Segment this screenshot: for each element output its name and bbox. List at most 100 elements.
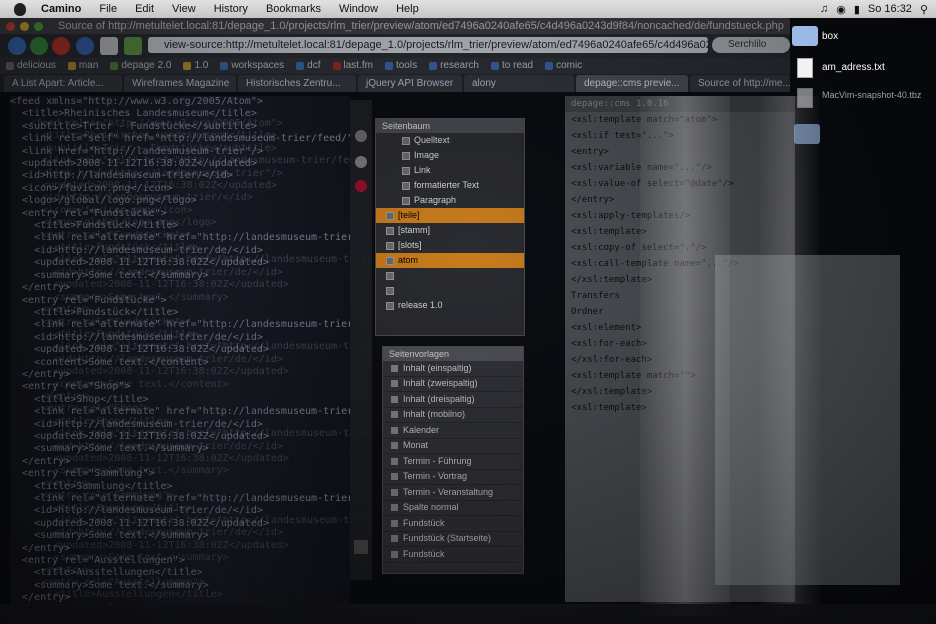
apple-menu-icon[interactable] [14,2,26,16]
template-list-item[interactable]: Monat [383,439,523,454]
menu-app[interactable]: Camino [32,3,90,15]
desktop-icon-box[interactable]: box [792,26,838,46]
address-bar[interactable]: view-source:http://metultelet.local:81/d… [148,37,708,53]
tool-icon[interactable] [355,180,367,192]
page-tree-item[interactable]: atom [376,253,524,268]
page-tree-item[interactable]: release 1.0 [376,298,524,313]
source-line: <summary>Some text.</summary> [10,530,209,542]
menu-file[interactable]: File [90,3,126,15]
template-list-item[interactable]: Fundstück (Startseite) [383,532,523,547]
template-list-item[interactable]: Spalte normal [383,501,523,516]
page-icon [402,166,410,175]
template-list-item[interactable]: Termin - Vortrag [383,470,523,485]
bookmarks-icon[interactable] [124,37,142,55]
spotlight-icon[interactable]: ⚲ [920,3,928,16]
bookmark-item[interactable]: dcf [296,58,321,74]
bookmark-item[interactable]: depage 2.0 [110,58,171,74]
desktop-icon-archive[interactable]: MacVim-snapshot-40.tbz [797,88,921,108]
source-line: <content>Some text.</content> [10,356,209,368]
bookmark-item[interactable]: workspaces [220,58,284,74]
template-list-item[interactable]: Inhalt (mobilno) [383,408,523,423]
file-icon [797,88,813,108]
template-list-item[interactable]: Termin - Führung [383,454,523,470]
wifi-icon[interactable]: ◉ [836,3,846,16]
background-window [715,255,900,585]
source-view[interactable]: <feed xmlns="http://www.w3.org/2005/Atom… [10,96,350,606]
tab[interactable]: Source of http://me... [690,75,790,92]
lastfm-icon [332,62,341,70]
close-window-icon[interactable] [6,22,15,31]
desktop-icon-folder[interactable] [794,124,820,144]
page-tree-item[interactable]: formatierter Text [376,178,524,193]
tool-icon[interactable] [355,156,367,168]
minimize-window-icon[interactable] [20,22,29,31]
bookmark-item[interactable]: comic [545,58,582,74]
page-icon [386,241,394,250]
bookmark-icon [6,62,14,70]
bookmark-item[interactable]: to read [490,58,533,74]
page-tree-item[interactable] [376,268,524,283]
template-line: <xsl:apply-templates/> [571,211,691,221]
tab[interactable]: Historisches Zentru... [238,75,356,92]
stop-icon[interactable] [52,37,70,55]
tab[interactable]: alony [464,75,574,92]
tab-active[interactable]: depage::cms previe... [576,75,688,92]
page-tree-item[interactable]: Paragraph [376,193,524,208]
reload-icon[interactable] [76,37,94,55]
menu-bookmarks[interactable]: Bookmarks [257,3,330,15]
tab[interactable]: A List Apart: Article... [4,75,122,92]
bookmark-item[interactable]: tools [384,58,417,74]
template-list-item[interactable]: Termin - Veranstaltung [383,485,523,501]
zoom-window-icon[interactable] [34,22,43,31]
volume-icon[interactable]: ♫ [820,3,828,15]
template-list-item[interactable]: Inhalt (zweispaltig) [383,377,523,392]
template-list-item[interactable]: Inhalt (dreispaltig) [383,392,523,408]
back-icon[interactable] [8,37,26,55]
home-icon[interactable] [100,37,118,55]
bookmark-item[interactable]: research [429,58,479,74]
page-tree-item[interactable]: Quelltext [376,133,524,148]
tab[interactable]: jQuery API Browser [358,75,462,92]
menu-history[interactable]: History [205,3,257,15]
page-tree-item[interactable]: [stamm] [376,223,524,238]
tool-icon[interactable] [354,540,368,554]
source-line: <title>Shop</title> [10,393,149,405]
source-line: <updated>2008-11-12T16:38:02Z</updated> [10,158,257,170]
battery-icon[interactable]: ▮ [854,3,860,16]
template-line: <xsl:copy-of select="."/> [571,243,707,253]
bookmark-label: last.fm [343,60,373,71]
menu-help[interactable]: Help [387,3,428,15]
template-list-item[interactable]: Fundstück [383,547,523,563]
tab[interactable]: Wireframes Magazine [124,75,236,92]
search-input[interactable]: Serchlilo [712,37,790,53]
source-line: <link rel="self" href="http://landesmuse… [10,133,350,145]
file-icon [797,58,813,78]
template-line: <xsl:template> [571,227,647,237]
menu-window[interactable]: Window [330,3,387,15]
menu-edit[interactable]: Edit [126,3,163,15]
status-bar [0,604,936,624]
tool-icon[interactable] [355,130,367,142]
desktop-icon-file[interactable]: am_adress.txt [797,58,885,78]
template-list-item[interactable]: Fundstück [383,516,523,532]
template-list-item[interactable]: Inhalt (einspaltig) [383,361,523,377]
bookmark-item[interactable]: last.fm [332,58,373,74]
menu-view[interactable]: View [163,3,205,15]
bookmark-item[interactable]: 1.0 [183,58,208,74]
template-list-item[interactable]: Kalender [383,423,523,439]
bookmark-item[interactable]: man [67,58,98,74]
source-line: <entry rel="Ausstellungen"> [10,555,185,567]
page-icon [386,211,394,220]
bookmark-item[interactable]: delicious [6,58,56,74]
page-tree-item[interactable] [376,283,524,298]
page-tree-item[interactable]: [slots] [376,238,524,253]
page-tree-item[interactable]: Image [376,148,524,163]
menu-clock[interactable]: So 16:32 [868,3,912,15]
template-icon [391,426,398,434]
page-tree-item[interactable]: [teile] [376,208,524,223]
source-line: <id>http://landesmuseum-trier/de/</id> [10,331,263,343]
forward-icon[interactable] [30,37,48,55]
page-tree-item[interactable]: Link [376,163,524,178]
template-icon [391,395,398,403]
bookmark-icon [110,62,119,70]
